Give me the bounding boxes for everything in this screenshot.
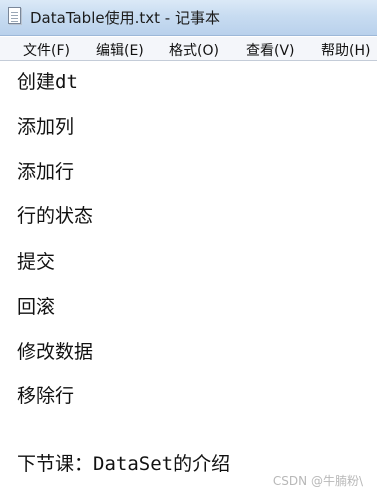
menu-format[interactable]: 格式(O) <box>169 40 219 60</box>
menu-view[interactable]: 查看(V) <box>246 40 295 60</box>
menu-file[interactable]: 文件(F) <box>23 40 70 60</box>
window-title: DataTable使用.txt - 记事本 <box>30 9 220 27</box>
text-line: 行的状态 <box>17 205 94 227</box>
menu-edit[interactable]: 编辑(E) <box>96 40 144 60</box>
text-line: 添加行 <box>17 161 75 183</box>
text-line: 提交 <box>17 251 56 273</box>
title-bar[interactable]: DataTable使用.txt - 记事本 <box>0 0 377 36</box>
text-line: 回滚 <box>17 296 56 318</box>
watermark: CSDN @牛腩粉\ <box>272 474 363 488</box>
menu-bar: 文件(F) 编辑(E) 格式(O) 查看(V) 帮助(H) <box>0 37 377 61</box>
text-line: 移除行 <box>17 385 75 407</box>
text-line: 下节课：DataSet的介绍 <box>17 453 231 475</box>
text-line: 修改数据 <box>17 341 94 363</box>
text-document-icon <box>8 7 21 24</box>
text-editor-area[interactable]: 创建dt 添加列 添加行 行的状态 提交 回滚 修改数据 移除行 下节课：Dat… <box>0 62 377 499</box>
menu-help[interactable]: 帮助(H) <box>321 40 370 60</box>
text-line: 添加列 <box>17 116 75 138</box>
text-line: 创建dt <box>17 71 78 93</box>
